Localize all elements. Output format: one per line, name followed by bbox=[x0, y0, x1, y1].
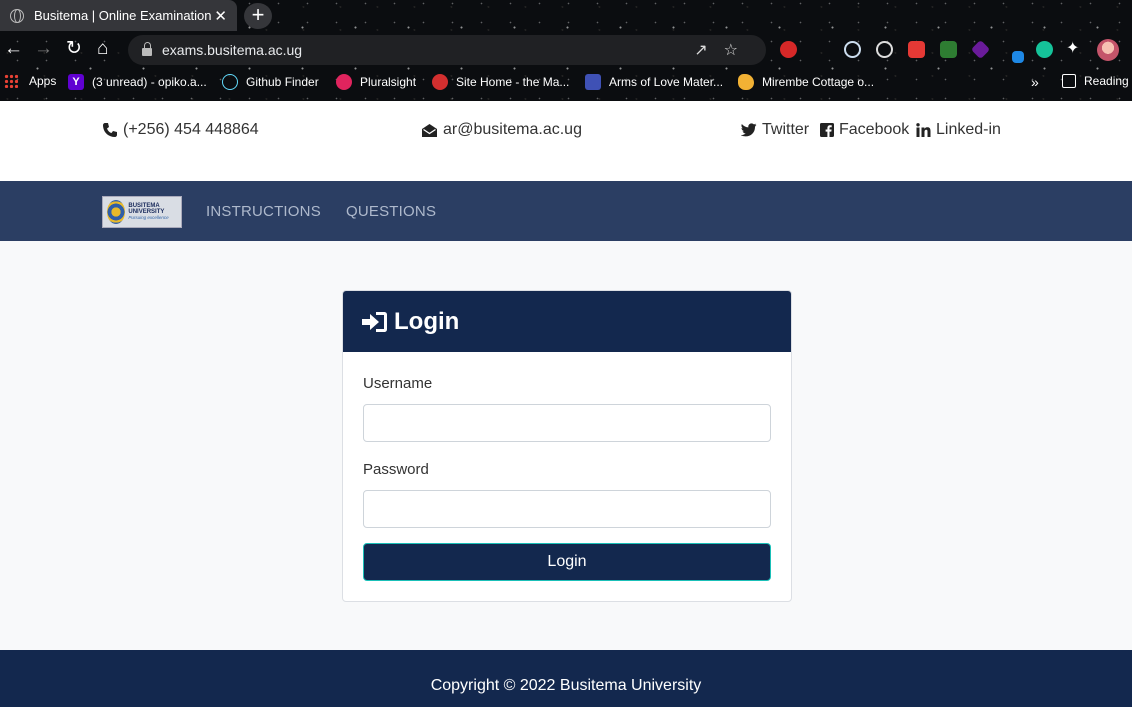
badge-extension-icon[interactable] bbox=[970, 39, 991, 60]
contact-bar: (+256) 454 448864 ar@busitema.ac.ug Twit… bbox=[0, 101, 1132, 181]
envelope-open-icon bbox=[422, 123, 437, 137]
bookmark-mirembe-cottage[interactable]: Mirembe Cottage o... bbox=[738, 74, 874, 90]
calendar-icon bbox=[585, 74, 601, 90]
mendeley-extension-icon[interactable] bbox=[908, 41, 925, 58]
tab-close-icon[interactable]: ✕ bbox=[214, 7, 227, 25]
twitter-link[interactable]: Twitter bbox=[741, 121, 809, 139]
bookmark-yahoo[interactable]: Y (3 unread) - opiko.a... bbox=[68, 74, 207, 90]
globe-icon bbox=[10, 8, 24, 23]
email-address: ar@busitema.ac.ug bbox=[443, 121, 582, 138]
site-icon bbox=[432, 74, 448, 90]
reload-icon[interactable]: ↻ bbox=[66, 39, 82, 59]
browser-chrome: Busitema | Online Examination ✕ + ← → ↻ … bbox=[0, 0, 1132, 101]
bookmarks-bar: Apps Y (3 unread) - opiko.a... Github Fi… bbox=[0, 69, 1132, 95]
profile-avatar[interactable] bbox=[1097, 39, 1119, 61]
africa-icon bbox=[738, 74, 754, 90]
react-devtools-icon[interactable] bbox=[844, 41, 861, 58]
sign-in-icon bbox=[362, 311, 387, 332]
browser-tab[interactable]: Busitema | Online Examination ✕ bbox=[0, 0, 237, 31]
grammarly-icon[interactable] bbox=[1036, 41, 1053, 58]
lock-icon bbox=[142, 42, 152, 56]
mail-extension-icon[interactable] bbox=[940, 41, 957, 58]
pluralsight-icon bbox=[336, 74, 352, 90]
username-label: Username bbox=[363, 375, 433, 392]
nav-instructions[interactable]: INSTRUCTIONS bbox=[206, 203, 321, 220]
logo-motto: Pursuing excellence bbox=[128, 215, 169, 220]
blue-extension-icon[interactable] bbox=[1012, 51, 1024, 63]
facebook-icon bbox=[820, 123, 834, 137]
password-label: Password bbox=[363, 461, 429, 478]
password-input[interactable] bbox=[363, 490, 771, 528]
facebook-link[interactable]: Facebook bbox=[820, 121, 909, 139]
bookmark-site-home[interactable]: Site Home - the Ma... bbox=[432, 74, 569, 90]
copyright-text: Copyright © 2022 Busitema University bbox=[430, 677, 702, 694]
browser-toolbar: ← → ↻ ⌂ exams.busitema.ac.ug ↗☆ ✦ bbox=[0, 31, 1132, 69]
adblock-extension-icon[interactable] bbox=[780, 41, 797, 58]
home-icon[interactable]: ⌂ bbox=[97, 39, 108, 59]
login-button[interactable]: Login bbox=[363, 543, 771, 581]
back-icon[interactable]: ← bbox=[4, 39, 23, 59]
logo-text: BUSITEMA UNIVERSITY bbox=[128, 203, 165, 215]
target-extension-icon[interactable] bbox=[876, 41, 893, 58]
yahoo-icon: Y bbox=[68, 74, 84, 90]
extensions-puzzle-icon[interactable]: ✦ bbox=[1066, 39, 1079, 59]
university-logo[interactable]: BUSITEMA UNIVERSITY Pursuing excellence bbox=[102, 196, 182, 228]
more-bookmarks-icon[interactable]: » bbox=[1031, 74, 1039, 90]
share-star-icons[interactable]: ↗☆ bbox=[694, 40, 754, 60]
login-card: Login Username Password Login bbox=[342, 290, 792, 602]
bookmark-arms-of-love[interactable]: Arms of Love Mater... bbox=[585, 74, 723, 90]
reading-list-icon bbox=[1062, 74, 1076, 88]
login-card-header: Login bbox=[343, 291, 791, 352]
nav-questions[interactable]: QUESTIONS bbox=[346, 203, 436, 220]
bookmark-apps[interactable]: Apps bbox=[4, 74, 56, 88]
bookmark-github-finder[interactable]: Github Finder bbox=[222, 74, 319, 90]
email-contact[interactable]: ar@busitema.ac.ug bbox=[421, 121, 582, 139]
phone-icon bbox=[103, 123, 117, 137]
new-tab-button[interactable]: + bbox=[244, 3, 272, 29]
apps-grid-icon bbox=[4, 74, 18, 88]
forward-icon[interactable]: → bbox=[34, 39, 53, 59]
phone-number: (+256) 454 448864 bbox=[123, 121, 259, 138]
university-seal-icon bbox=[107, 200, 126, 224]
page-footer: Copyright © 2022 Busitema University bbox=[0, 650, 1132, 707]
reading-list-button[interactable]: Reading bbox=[1062, 74, 1129, 88]
linkedin-link[interactable]: Linked-in bbox=[916, 121, 1001, 139]
tab-title: Busitema | Online Examination bbox=[34, 8, 212, 23]
username-input[interactable] bbox=[363, 404, 771, 442]
login-title: Login bbox=[394, 307, 460, 335]
main-navbar: BUSITEMA UNIVERSITY Pursuing excellence … bbox=[0, 181, 1132, 241]
address-bar[interactable]: exams.busitema.ac.ug ↗☆ bbox=[128, 35, 766, 65]
phone-contact: (+256) 454 448864 bbox=[102, 121, 259, 139]
bookmark-pluralsight[interactable]: Pluralsight bbox=[336, 74, 416, 90]
url-text: exams.busitema.ac.ug bbox=[162, 42, 303, 58]
twitter-icon bbox=[741, 123, 757, 137]
react-icon bbox=[222, 74, 238, 90]
linkedin-icon bbox=[916, 123, 931, 137]
